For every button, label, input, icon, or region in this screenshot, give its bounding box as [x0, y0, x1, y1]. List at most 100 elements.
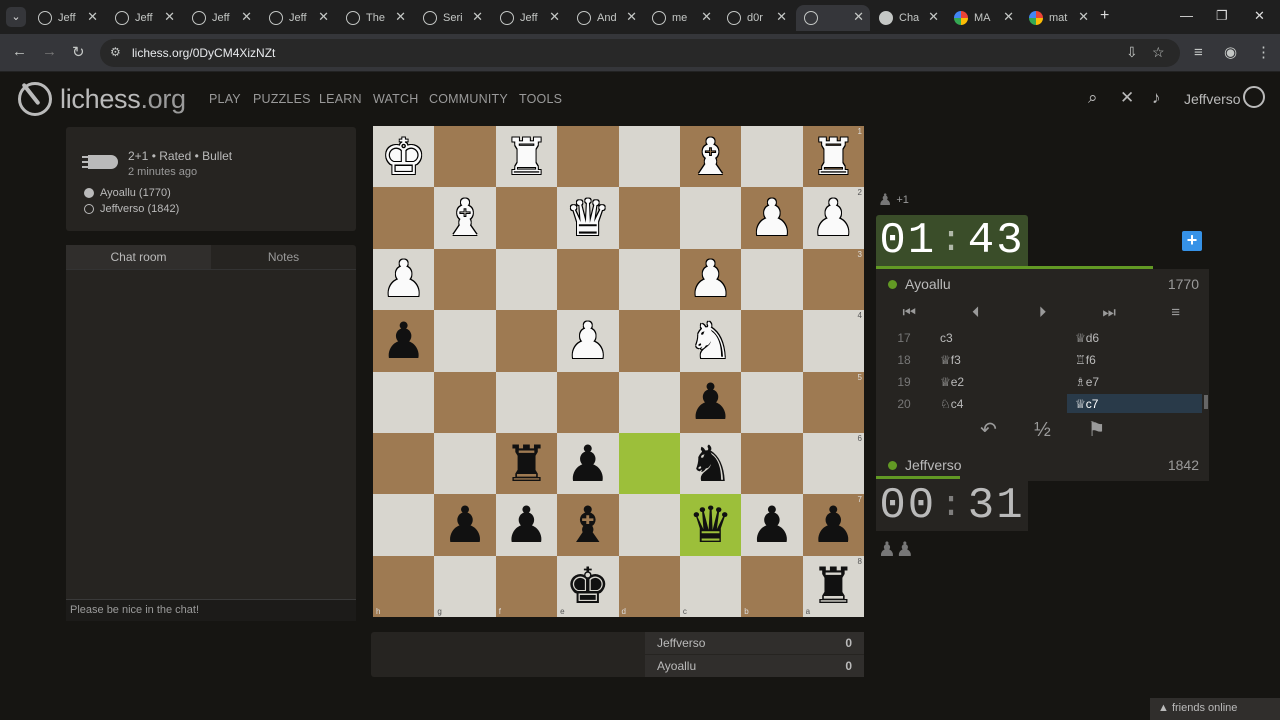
maximize-button[interactable]: ❐ [1216, 8, 1228, 24]
browser-tab[interactable]: And ✕ [569, 5, 643, 31]
board-square[interactable]: 5 [802, 371, 864, 433]
browser-tab[interactable]: Jeff ✕ [30, 5, 104, 31]
board-square[interactable]: ♟ [741, 494, 803, 556]
close-tab-icon[interactable]: ✕ [164, 9, 175, 25]
board-square[interactable]: ♚ e [557, 555, 619, 617]
browser-tab[interactable]: Seri ✕ [415, 5, 489, 31]
score-name[interactable]: Ayoallu [657, 659, 696, 673]
resign-flag-button[interactable]: ⚑ [1070, 415, 1124, 445]
chess-board[interactable]: ♚ ♜ ♝ ♜ 1 ♝ ♛ ♟ ♟ 2 ♟ ♟ 3 ♟ ♟ ♞ 4 ♟ 5 ♜ ♟ ♞ 6 ♟ ♟ ♝ ♛ ♟ ♟ 7 h g f ♚ e d c b ♜ 8… [373, 126, 864, 617]
board-square[interactable]: ♚ [373, 126, 435, 188]
black-pawn-piece[interactable]: ♟ [381, 316, 426, 366]
board-square[interactable]: ♟ [557, 310, 619, 372]
black-pawn-piece[interactable]: ♟ [504, 500, 549, 550]
board-square[interactable] [557, 248, 619, 311]
white-rook-piece[interactable]: ♜ [811, 132, 856, 182]
board-square[interactable] [618, 494, 680, 556]
top-player-name[interactable]: Ayoallu [905, 276, 951, 292]
black-move[interactable]: ♗e7 [1067, 375, 1202, 389]
board-square[interactable] [741, 432, 803, 495]
board-square[interactable] [495, 371, 558, 433]
board-square[interactable]: ♞ [679, 432, 742, 495]
bottom-player-name[interactable]: Jeffverso [905, 457, 962, 473]
username-link[interactable]: Jeffverso [1184, 91, 1241, 107]
board-square[interactable] [679, 187, 742, 249]
black-bishop-piece[interactable]: ♝ [565, 500, 610, 550]
board-square[interactable] [495, 187, 558, 249]
browser-tab[interactable]: Jeff ✕ [261, 5, 335, 31]
board-square[interactable]: b [741, 555, 803, 617]
browser-tab[interactable]: mat ✕ [1021, 5, 1095, 31]
board-square[interactable] [434, 432, 496, 495]
close-tab-icon[interactable]: ✕ [241, 9, 252, 25]
browser-tab[interactable]: Jeff ✕ [184, 5, 258, 31]
board-square[interactable]: ♜ [495, 432, 558, 495]
draw-offer-button[interactable]: ½ [1016, 415, 1070, 445]
black-king-piece[interactable]: ♚ [565, 561, 610, 611]
white-knight-piece[interactable]: ♞ [688, 316, 733, 366]
board-square[interactable]: 3 [802, 248, 864, 311]
close-tab-icon[interactable]: ✕ [395, 9, 406, 25]
install-app-icon[interactable]: ⇩ [1126, 44, 1138, 61]
black-player[interactable]: Jeffverso (1842) [84, 203, 179, 215]
url-text[interactable]: lichess.org/0DyCM4XizNZt [132, 46, 275, 60]
board-square[interactable] [557, 371, 619, 433]
close-tab-icon[interactable]: ✕ [776, 9, 787, 25]
nav-puzzles[interactable]: PUZZLES [253, 92, 311, 106]
white-move[interactable]: ♕f3 [932, 353, 1067, 367]
board-square[interactable]: f [495, 555, 558, 617]
browser-tab[interactable]: d0r ✕ [719, 5, 793, 31]
browser-tab[interactable]: Cha ✕ [871, 5, 945, 31]
board-square[interactable]: ♟ [373, 310, 435, 372]
close-tab-icon[interactable]: ✕ [318, 9, 329, 25]
search-icon[interactable]: ⌕ [1088, 88, 1098, 108]
board-square[interactable]: ♟ [373, 248, 435, 311]
board-square[interactable]: ♜ 8 a [802, 555, 864, 617]
black-pawn-piece[interactable]: ♟ [750, 500, 795, 550]
board-square[interactable]: 4 [802, 310, 864, 372]
browser-tab[interactable]: Jeff ✕ [107, 5, 181, 31]
browser-tab[interactable]: me ✕ [644, 5, 718, 31]
prev-move-button[interactable]: ⏴ [943, 300, 1010, 326]
close-tab-icon[interactable]: ✕ [626, 9, 637, 25]
board-square[interactable] [434, 126, 496, 188]
white-pawn-piece[interactable]: ♟ [688, 254, 733, 304]
board-square[interactable]: h [373, 555, 435, 617]
white-player-label[interactable]: Ayoallu (1770) [100, 187, 171, 199]
tab-notes[interactable]: Notes [211, 245, 356, 269]
nav-learn[interactable]: LEARN [319, 92, 362, 106]
black-queen-piece[interactable]: ♛ [688, 500, 733, 550]
board-square[interactable]: ♟ [679, 371, 742, 433]
close-window-button[interactable]: ✕ [1254, 8, 1265, 24]
swords-icon[interactable]: ✕ [1120, 88, 1134, 108]
first-move-button[interactable]: ⏮ [876, 300, 943, 326]
board-square[interactable]: c [679, 555, 742, 617]
menu-icon[interactable]: ⋮ [1256, 43, 1271, 61]
board-square[interactable]: ♟ 7 [802, 494, 864, 556]
board-square[interactable] [618, 371, 680, 433]
close-tab-icon[interactable]: ✕ [701, 9, 712, 25]
site-settings-icon[interactable]: ⚙ [110, 45, 121, 59]
black-pawn-piece[interactable]: ♟ [443, 500, 488, 550]
black-pawn-piece[interactable]: ♟ [565, 439, 610, 489]
white-move[interactable]: ♘c4 [932, 397, 1067, 411]
friends-label[interactable]: friends online [1172, 702, 1237, 714]
board-square[interactable]: ♝ [434, 187, 496, 249]
board-square[interactable] [741, 371, 803, 433]
board-square[interactable] [741, 126, 803, 188]
black-knight-piece[interactable]: ♞ [688, 439, 733, 489]
black-pawn-piece[interactable]: ♟ [688, 377, 733, 427]
close-tab-icon[interactable]: ✕ [549, 9, 560, 25]
board-square[interactable] [495, 248, 558, 311]
white-king-piece[interactable]: ♚ [381, 132, 426, 182]
bookmark-star-icon[interactable]: ☆ [1152, 44, 1165, 61]
board-square[interactable] [557, 126, 619, 188]
chat-input[interactable]: Please be nice in the chat! [66, 599, 356, 621]
board-square[interactable]: ♟ [679, 248, 742, 311]
close-tab-icon[interactable]: ✕ [1078, 9, 1089, 25]
white-pawn-piece[interactable]: ♟ [811, 193, 856, 243]
new-tab-button[interactable]: + [1100, 7, 1109, 25]
reading-list-icon[interactable]: ≡ [1194, 44, 1203, 61]
close-tab-icon[interactable]: ✕ [472, 9, 483, 25]
board-square[interactable] [434, 371, 496, 433]
